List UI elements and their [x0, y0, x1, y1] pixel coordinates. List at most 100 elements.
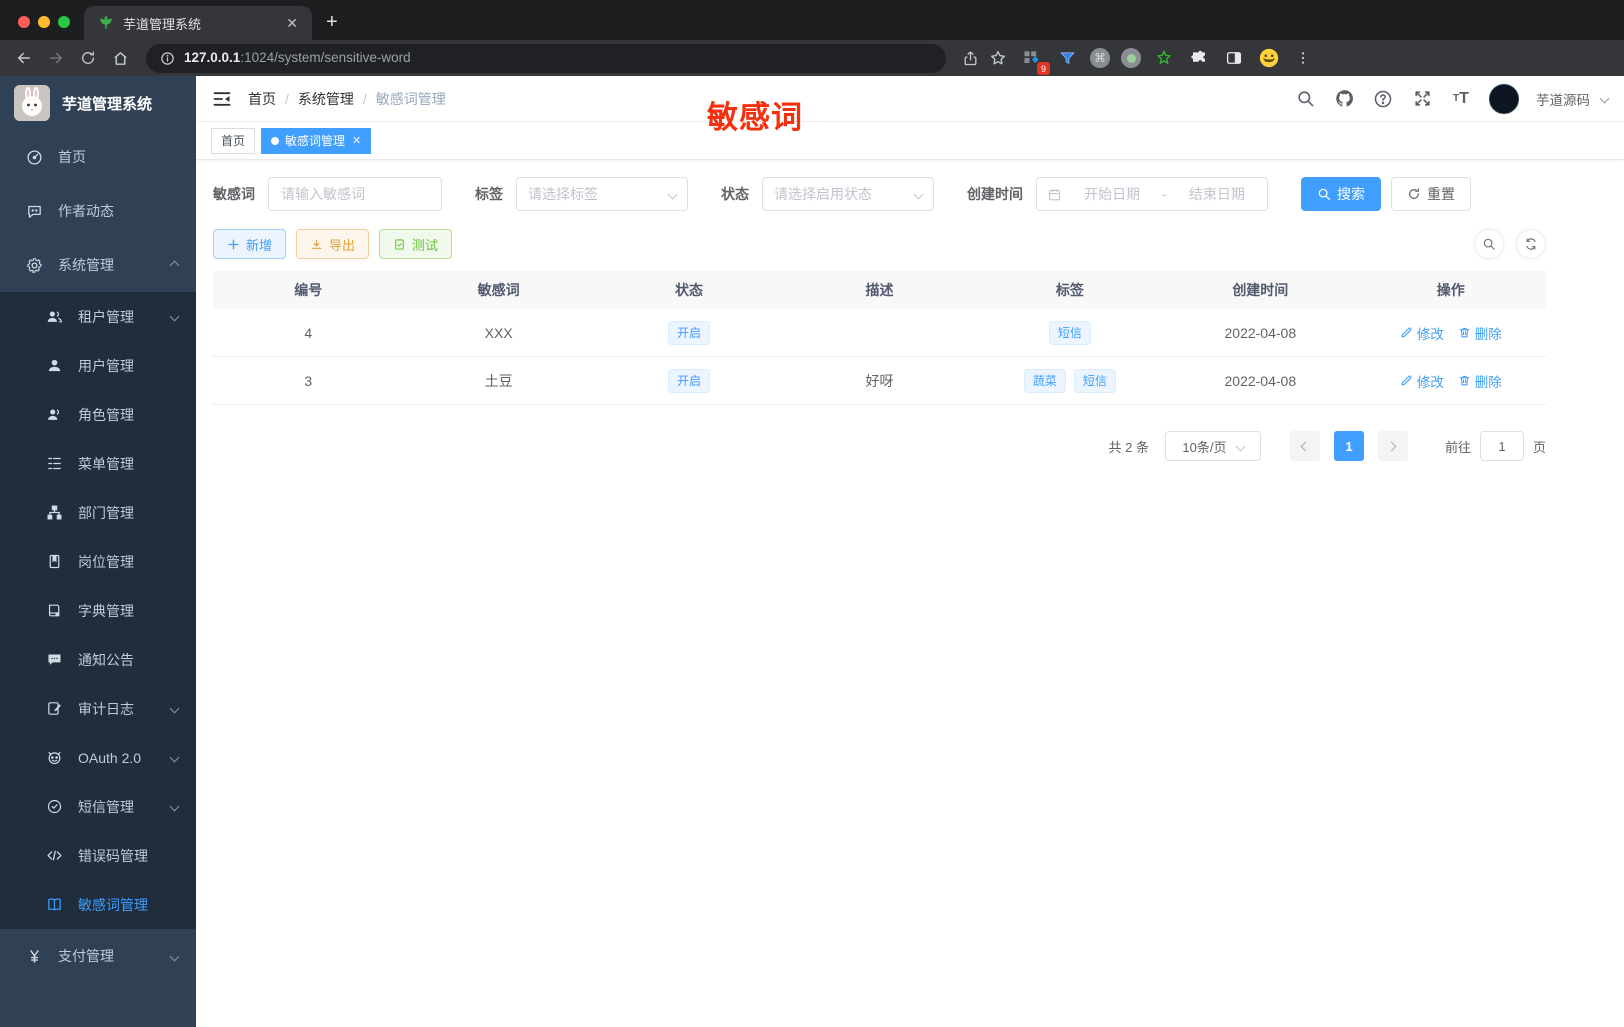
puzzle-extensions-icon[interactable] [1187, 46, 1211, 70]
export-button[interactable]: 导出 [296, 229, 370, 259]
sidebar-item-label: 用户管理 [78, 357, 134, 374]
sidebar-item-user[interactable]: 用户管理 [0, 341, 196, 390]
github-icon[interactable] [1333, 88, 1355, 110]
goto-page-input[interactable] [1479, 431, 1524, 461]
window-controls[interactable] [0, 16, 84, 40]
sidebar-item-sms[interactable]: 短信管理 [0, 782, 196, 831]
forward-icon[interactable] [42, 44, 70, 72]
search-button[interactable]: 搜索 [1301, 177, 1381, 211]
font-size-icon[interactable]: TT [1450, 88, 1472, 110]
record-extension-icon[interactable] [1121, 48, 1141, 68]
data-table: 编号 敏感词 状态 描述 标签 创建时间 操作 4 XXX 开启 短信 2022… [213, 271, 1546, 405]
edit-link-label: 修改 [1416, 374, 1444, 390]
browser-menu-icon[interactable] [1291, 46, 1315, 70]
app-logo[interactable]: 芋道管理系统 [0, 76, 196, 130]
bookmark-star-icon[interactable] [986, 46, 1010, 70]
sidebar-item-error-code[interactable]: 错误码管理 [0, 831, 196, 880]
username: 芋道源码 [1536, 92, 1590, 108]
tag-select[interactable]: 请选择标签 [516, 177, 688, 211]
page-size-select[interactable]: 10条/页 [1164, 431, 1261, 461]
calendar-icon [1047, 187, 1062, 202]
users-icon [44, 307, 64, 327]
profile-avatar-icon[interactable] [1257, 46, 1281, 70]
minimize-window-button[interactable] [38, 16, 50, 28]
delete-link[interactable]: 删除 [1458, 371, 1502, 391]
status-select[interactable]: 请选择启用状态 [762, 177, 934, 211]
reset-button[interactable]: 重置 [1391, 177, 1471, 211]
sidebar-item-sensitive-word[interactable]: 敏感词管理 [0, 880, 196, 929]
chevron-down-icon [667, 189, 678, 199]
sidebar-item-notice[interactable]: 通知公告 [0, 635, 196, 684]
add-button[interactable]: 新增 [213, 229, 287, 259]
command-extension-icon[interactable]: ⌘ [1090, 48, 1110, 68]
search-toggle-icon[interactable] [1474, 229, 1504, 259]
sidebar-item-tenant[interactable]: 租户管理 [0, 292, 196, 341]
breadcrumb-home[interactable]: 首页 [248, 89, 276, 109]
shield-check-icon [44, 797, 64, 817]
funnel-extension-icon[interactable] [1055, 46, 1079, 70]
sidebar-item-role[interactable]: 角色管理 [0, 390, 196, 439]
prev-page-button[interactable] [1289, 431, 1320, 461]
sidebar-item-author-news[interactable]: 作者动态 [0, 184, 196, 238]
sidebar-item-home[interactable]: 首页 [0, 130, 196, 184]
tag-close-icon[interactable]: ✕ [352, 134, 361, 147]
menu-tree-icon [44, 454, 64, 474]
fullscreen-icon[interactable] [1411, 88, 1433, 110]
tags-view-bar: 首页 敏感词管理 ✕ [196, 122, 1624, 160]
site-info-icon[interactable] [160, 51, 175, 66]
date-label: 创建时间 [967, 186, 1023, 202]
edit-link[interactable]: 修改 [1400, 371, 1444, 391]
sidebar-item-menu[interactable]: 菜单管理 [0, 439, 196, 488]
breadcrumb: 首页 / 系统管理 / 敏感词管理 [248, 89, 446, 109]
delete-link[interactable]: 删除 [1458, 323, 1502, 343]
zoom-window-button[interactable] [58, 16, 70, 28]
edit-link[interactable]: 修改 [1400, 323, 1444, 343]
green-star-extension-icon[interactable] [1152, 46, 1176, 70]
test-button[interactable]: 测试 [379, 229, 453, 259]
help-icon[interactable] [1372, 88, 1394, 110]
home-icon[interactable] [106, 44, 134, 72]
favicon-leaf-icon [98, 15, 114, 31]
browser-tab[interactable]: 芋道管理系统 ✕ [84, 6, 312, 40]
tag-sensitive-word[interactable]: 敏感词管理 ✕ [261, 127, 372, 154]
share-icon[interactable] [958, 46, 982, 70]
tag-badge: 短信 [1073, 368, 1116, 393]
sidebar-item-system[interactable]: 系统管理 [0, 238, 196, 292]
page-size-value: 10条/页 [1182, 439, 1227, 455]
date-range-picker[interactable]: 开始日期 - 结束日期 [1036, 177, 1268, 211]
caret-down-icon[interactable] [1599, 93, 1610, 104]
back-icon[interactable] [10, 44, 38, 72]
sidebar-item-oauth[interactable]: OAuth 2.0 [0, 733, 196, 782]
pen-icon [1401, 375, 1412, 386]
url-bar[interactable]: 127.0.0.1:1024/system/sensitive-word [146, 43, 946, 73]
search-icon[interactable] [1294, 88, 1316, 110]
sidebar-item-dept[interactable]: 部门管理 [0, 488, 196, 537]
new-tab-button[interactable]: + [312, 11, 352, 40]
date-start-placeholder: 开始日期 [1084, 186, 1141, 202]
tab-close-icon[interactable]: ✕ [282, 15, 302, 32]
sidebar-item-dict[interactable]: 字典管理 [0, 586, 196, 635]
tag-home[interactable]: 首页 [211, 127, 256, 154]
sidebar-item-label: 菜单管理 [78, 455, 134, 472]
menu-fold-icon[interactable] [212, 89, 232, 109]
pen-pad-icon [44, 699, 64, 719]
next-page-button[interactable] [1377, 431, 1408, 461]
tag-label: 首页 [221, 134, 246, 148]
sidebar-item-payment[interactable]: 支付管理 [0, 929, 196, 983]
open-book-icon [44, 895, 64, 915]
refresh-table-icon[interactable] [1516, 229, 1546, 259]
close-window-button[interactable] [18, 16, 30, 28]
trash-icon [1459, 375, 1470, 386]
keyword-input[interactable] [268, 177, 442, 211]
tag-select-placeholder: 请选择标签 [528, 186, 598, 202]
status-label: 状态 [721, 186, 749, 202]
current-page[interactable]: 1 [1333, 431, 1364, 461]
sidebar-item-post[interactable]: 岗位管理 [0, 537, 196, 586]
sidebar-item-audit-log[interactable]: 审计日志 [0, 684, 196, 733]
grid-extension-icon[interactable]: 9 [1020, 46, 1050, 75]
side-panel-icon[interactable] [1222, 46, 1246, 70]
user-avatar[interactable] [1489, 83, 1519, 114]
reload-icon[interactable] [74, 44, 102, 72]
breadcrumb-system[interactable]: 系统管理 [298, 89, 354, 109]
url-host: 127.0.0.1 [184, 50, 241, 65]
